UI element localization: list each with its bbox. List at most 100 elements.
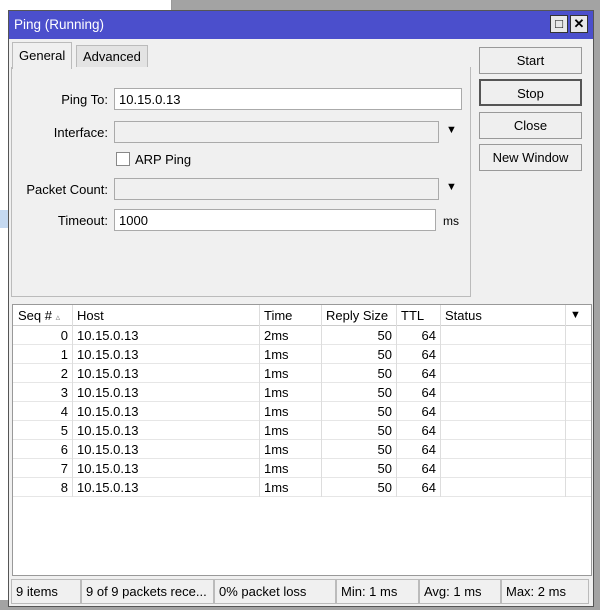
status-avg-time: Avg: 1 ms xyxy=(419,579,501,604)
table-row[interactable]: 2 10.15.0.13 1ms 50 64 xyxy=(13,364,591,383)
cell-host: 10.15.0.13 xyxy=(73,440,260,459)
cell-ttl: 64 xyxy=(397,478,441,497)
ping-to-label: Ping To: xyxy=(61,92,108,107)
cell-seq: 7 xyxy=(13,459,73,478)
timeout-label: Timeout: xyxy=(57,213,108,228)
column-label: Seq # xyxy=(18,308,52,323)
cell-seq: 0 xyxy=(13,326,73,345)
ping-to-input[interactable]: 10.15.0.13 xyxy=(114,88,462,110)
column-header-reply-size[interactable]: Reply Size xyxy=(322,305,397,326)
close-button[interactable]: Close xyxy=(479,112,582,139)
window-title: Ping (Running) xyxy=(14,17,105,32)
cell-reply-size: 50 xyxy=(322,478,397,497)
timeout-input[interactable]: 1000 xyxy=(114,209,436,231)
table-row[interactable]: 3 10.15.0.13 1ms 50 64 xyxy=(13,383,591,402)
table-row[interactable]: 6 10.15.0.13 1ms 50 64 xyxy=(13,440,591,459)
cell-status xyxy=(441,440,566,459)
general-panel: Ping To: 10.15.0.13 Interface: ▼ ARP Pin… xyxy=(11,67,471,297)
cell-seq: 2 xyxy=(13,364,73,383)
cell-status xyxy=(441,459,566,478)
cell-time: 2ms xyxy=(260,326,322,345)
cell-host: 10.15.0.13 xyxy=(73,326,260,345)
table-row[interactable]: 1 10.15.0.13 1ms 50 64 xyxy=(13,345,591,364)
sort-icon: ▵ xyxy=(55,312,61,322)
close-icon[interactable]: ✕ xyxy=(570,15,588,33)
table-row[interactable]: 7 10.15.0.13 1ms 50 64 xyxy=(13,459,591,478)
cell-reply-size: 50 xyxy=(322,440,397,459)
cell-host: 10.15.0.13 xyxy=(73,383,260,402)
column-header-host[interactable]: Host xyxy=(73,305,260,326)
tab-advanced[interactable]: Advanced xyxy=(76,45,148,68)
ping-window: Ping (Running) □ ✕ General Advanced Ping… xyxy=(8,10,594,607)
cell-ttl: 64 xyxy=(397,364,441,383)
cell-status xyxy=(441,421,566,440)
cell-seq: 5 xyxy=(13,421,73,440)
maximize-icon[interactable]: □ xyxy=(550,15,568,33)
cell-ttl: 64 xyxy=(397,326,441,345)
cell-ttl: 64 xyxy=(397,459,441,478)
background-selected-row xyxy=(0,210,8,228)
status-max-time: Max: 2 ms xyxy=(501,579,589,604)
cell-seq: 6 xyxy=(13,440,73,459)
interface-label: Interface: xyxy=(53,125,108,140)
tab-general[interactable]: General xyxy=(12,42,73,69)
status-packet-loss: 0% packet loss xyxy=(214,579,336,604)
cell-ttl: 64 xyxy=(397,440,441,459)
arp-ping-checkbox[interactable] xyxy=(116,152,130,166)
columns-menu-dropdown-icon[interactable]: ▼ xyxy=(566,305,591,326)
cell-time: 1ms xyxy=(260,383,322,402)
cell-reply-size: 50 xyxy=(322,345,397,364)
cell-time: 1ms xyxy=(260,440,322,459)
interface-dropdown-icon[interactable]: ▼ xyxy=(446,124,457,136)
table-row[interactable]: 0 10.15.0.13 2ms 50 64 xyxy=(13,326,591,345)
cell-time: 1ms xyxy=(260,459,322,478)
cell-status xyxy=(441,402,566,421)
title-bar[interactable]: Ping (Running) □ ✕ xyxy=(9,11,593,39)
cell-status xyxy=(441,326,566,345)
packet-count-dropdown-icon[interactable]: ▼ xyxy=(446,181,457,193)
cell-status xyxy=(441,383,566,402)
table-row[interactable]: 8 10.15.0.13 1ms 50 64 xyxy=(13,478,591,497)
cell-time: 1ms xyxy=(260,478,322,497)
cell-host: 10.15.0.13 xyxy=(73,402,260,421)
table-header: Seq # ▵ Host Time Reply Size TTL Status … xyxy=(13,305,591,326)
status-packets-received: 9 of 9 packets rece... xyxy=(81,579,214,604)
cell-reply-size: 50 xyxy=(322,459,397,478)
interface-select[interactable] xyxy=(114,121,439,143)
cell-reply-size: 50 xyxy=(322,326,397,345)
cell-seq: 3 xyxy=(13,383,73,402)
cell-reply-size: 50 xyxy=(322,402,397,421)
cell-seq: 8 xyxy=(13,478,73,497)
cell-host: 10.15.0.13 xyxy=(73,345,260,364)
stop-button[interactable]: Stop xyxy=(479,79,582,106)
cell-host: 10.15.0.13 xyxy=(73,478,260,497)
cell-time: 1ms xyxy=(260,345,322,364)
column-header-ttl[interactable]: TTL xyxy=(397,305,441,326)
packet-count-label: Packet Count: xyxy=(26,182,108,197)
table-row[interactable]: 4 10.15.0.13 1ms 50 64 xyxy=(13,402,591,421)
column-header-seq[interactable]: Seq # ▵ xyxy=(13,305,73,326)
cell-ttl: 64 xyxy=(397,402,441,421)
cell-reply-size: 50 xyxy=(322,421,397,440)
new-window-button[interactable]: New Window xyxy=(479,144,582,171)
status-min-time: Min: 1 ms xyxy=(336,579,419,604)
column-header-time[interactable]: Time xyxy=(260,305,322,326)
cell-ttl: 64 xyxy=(397,421,441,440)
timeout-unit: ms xyxy=(443,214,459,228)
cell-status xyxy=(441,478,566,497)
cell-ttl: 64 xyxy=(397,345,441,364)
ping-results-table: Seq # ▵ Host Time Reply Size TTL Status … xyxy=(12,304,592,576)
cell-time: 1ms xyxy=(260,402,322,421)
column-header-status[interactable]: Status xyxy=(441,305,566,326)
status-items-count: 9 items xyxy=(11,579,81,604)
cell-host: 10.15.0.13 xyxy=(73,364,260,383)
start-button[interactable]: Start xyxy=(479,47,582,74)
cell-seq: 4 xyxy=(13,402,73,421)
arp-ping-label: ARP Ping xyxy=(135,152,192,167)
cell-seq: 1 xyxy=(13,345,73,364)
cell-ttl: 64 xyxy=(397,383,441,402)
cell-time: 1ms xyxy=(260,364,322,383)
packet-count-select[interactable] xyxy=(114,178,439,200)
cell-status xyxy=(441,345,566,364)
table-row[interactable]: 5 10.15.0.13 1ms 50 64 xyxy=(13,421,591,440)
